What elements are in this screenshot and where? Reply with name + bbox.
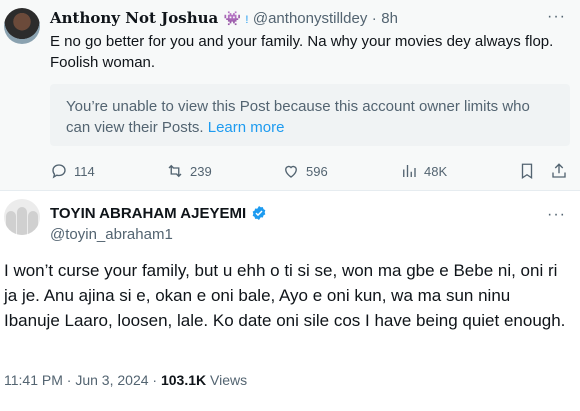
avatar[interactable] xyxy=(4,199,40,235)
handle[interactable]: @anthonystilldey xyxy=(253,10,367,27)
bookmark-icon xyxy=(521,163,533,180)
reply-button[interactable]: 114 xyxy=(50,162,95,180)
heart-icon xyxy=(285,165,297,178)
reply-count: 114 xyxy=(74,163,95,179)
tweet-header: TOYIN ABRAHAM AJEYEMI xyxy=(50,205,267,223)
reply-icon xyxy=(52,164,66,179)
timestamp[interactable]: 11:41 PM xyxy=(4,372,63,388)
views-count: 103.1K xyxy=(160,372,207,388)
repost-button[interactable]: 239 xyxy=(166,162,212,180)
tweet-header: Anthony Not Joshua 👾 ! @anthonystilldey … xyxy=(50,9,398,28)
like-count: 596 xyxy=(306,163,328,179)
tweet-meta: 11:41 PM · Jun 3, 2024 · 103.1K Views xyxy=(4,372,247,388)
display-name-part[interactable]: Joshua xyxy=(161,9,218,27)
like-button[interactable]: 596 xyxy=(282,162,328,180)
restricted-text: You’re unable to view this Post because … xyxy=(66,98,530,136)
separator-dot: · xyxy=(66,372,72,388)
alien-emoji-icon: 👾 xyxy=(223,10,241,26)
avatar[interactable] xyxy=(4,8,40,44)
verified-badge-icon: ! xyxy=(245,14,249,26)
bookmark-button[interactable] xyxy=(518,162,542,180)
views-label: Views xyxy=(210,372,248,388)
action-bar: 114 239 596 48K xyxy=(50,162,570,182)
restricted-post-notice: You’re unable to view this Post because … xyxy=(50,84,570,146)
views-button[interactable]: 48K xyxy=(400,162,447,180)
tweet-text: E no go better for you and your family. … xyxy=(50,33,554,71)
learn-more-link[interactable]: Learn more xyxy=(208,119,285,136)
quoted-tweet[interactable]: Anthony Not Joshua 👾 ! @anthonystilldey … xyxy=(0,0,580,190)
separator-dot: · xyxy=(152,372,158,388)
display-name[interactable]: Anthony Not Joshua xyxy=(50,9,223,27)
timestamp[interactable]: 8h xyxy=(381,10,398,27)
display-name[interactable]: TOYIN ABRAHAM AJEYEMI xyxy=(50,205,246,222)
handle[interactable]: @toyin_abraham1 xyxy=(50,226,173,243)
share-button[interactable] xyxy=(550,162,574,180)
views-icon xyxy=(403,165,416,177)
more-options-icon[interactable]: ··· xyxy=(547,206,566,224)
share-icon xyxy=(552,163,566,178)
views-count: 48K xyxy=(424,163,448,179)
verified-badge-icon xyxy=(252,206,265,220)
more-options-icon[interactable]: ··· xyxy=(547,8,566,26)
display-name-part[interactable]: Not xyxy=(125,9,156,27)
tweet-text: I won’t curse your family, but u ehh o t… xyxy=(4,261,566,330)
display-name-part[interactable]: Anthony xyxy=(50,9,120,27)
repost-count: 239 xyxy=(190,163,212,179)
separator-dot: · xyxy=(371,10,377,27)
date[interactable]: Jun 3, 2024 xyxy=(75,372,148,388)
repost-icon xyxy=(168,164,182,178)
